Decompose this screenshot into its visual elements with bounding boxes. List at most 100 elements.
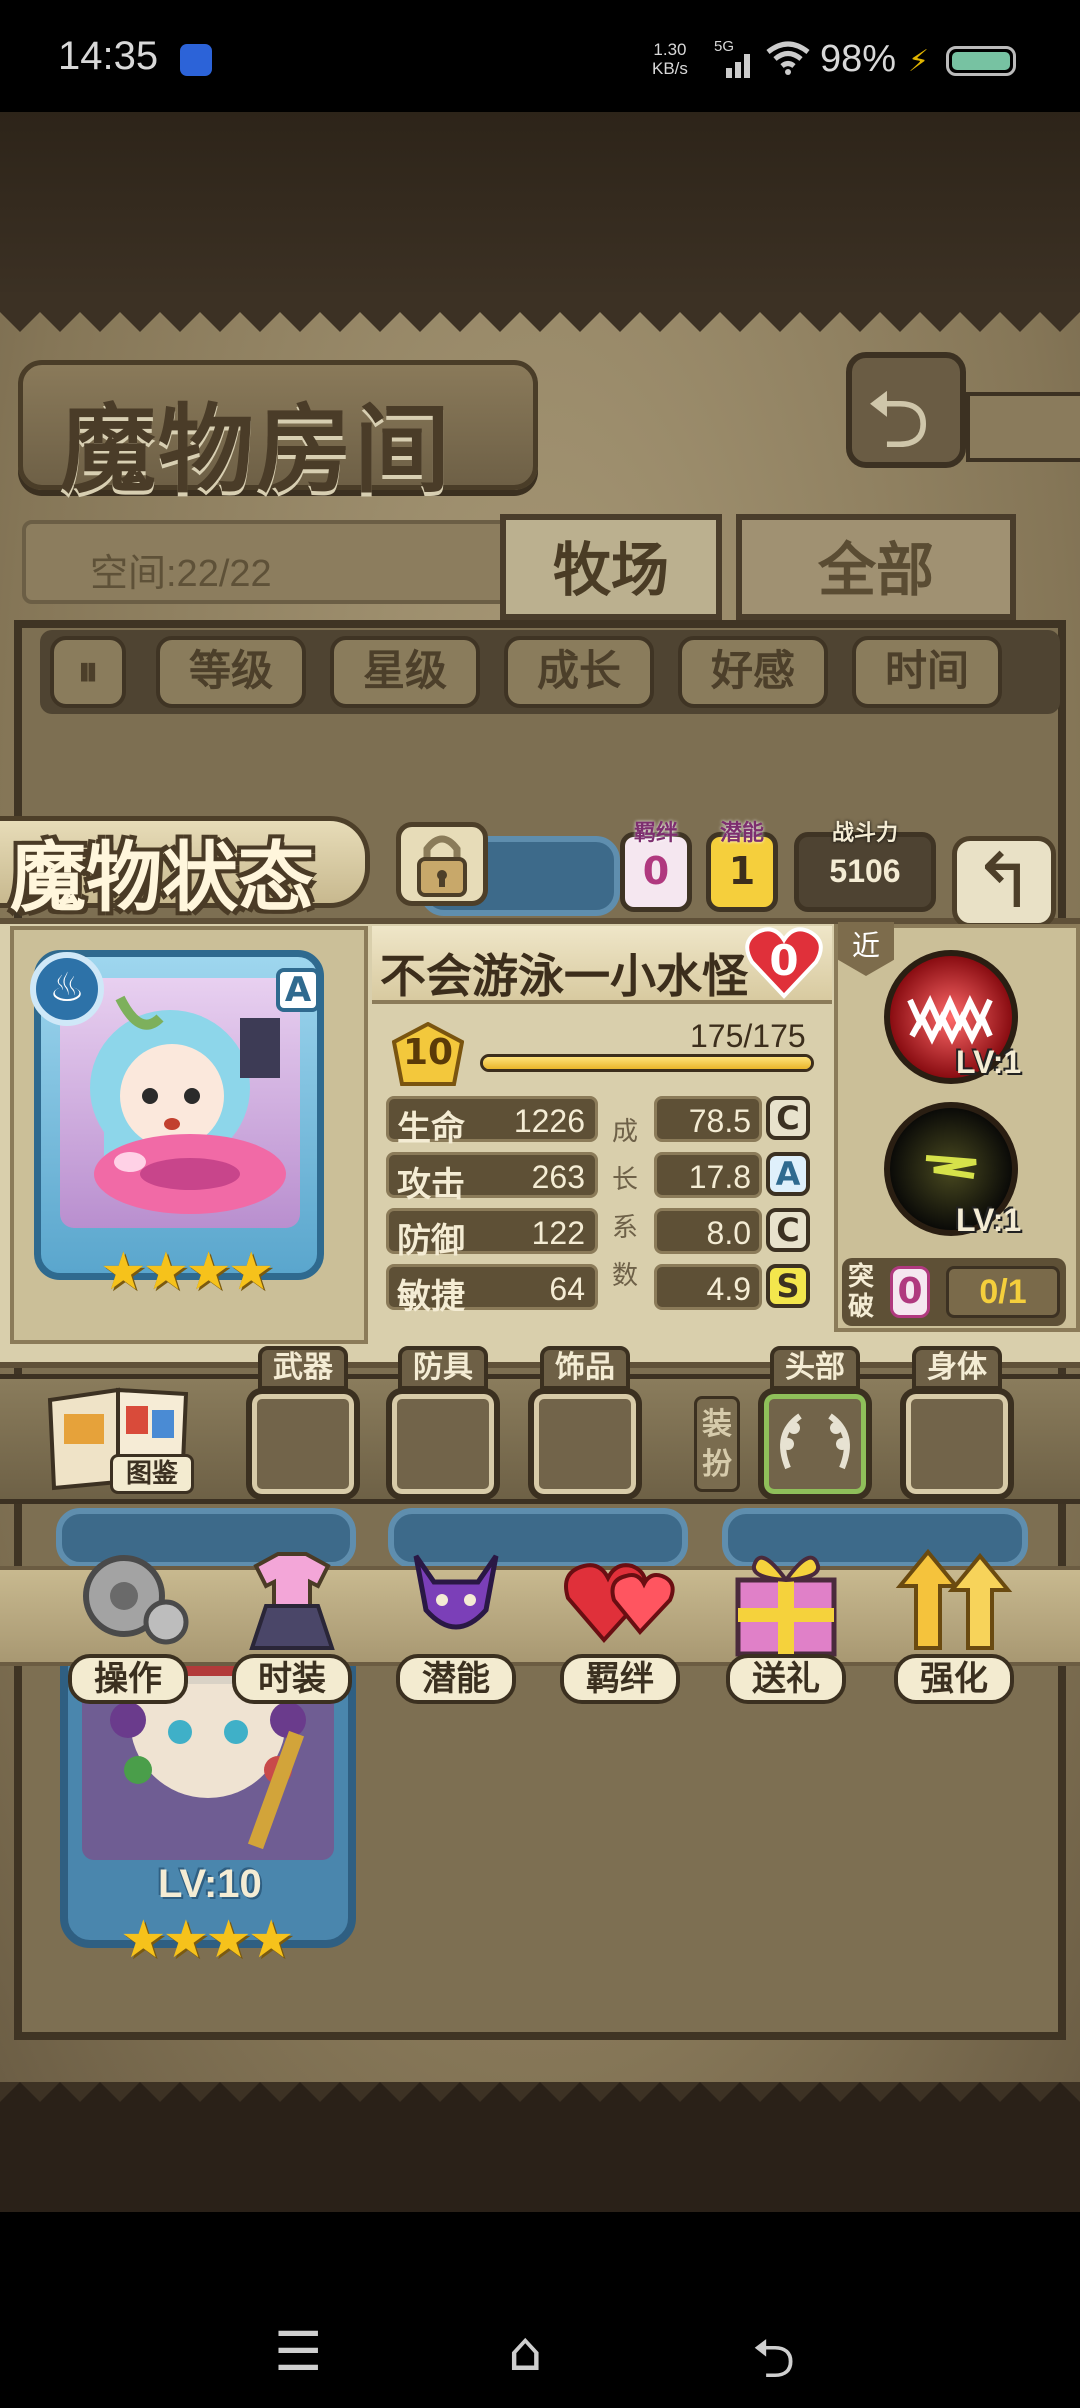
page-title: 魔物房间 [60,393,452,506]
outfit-button[interactable]: 时装 [226,1536,358,1706]
gift-icon [735,1555,837,1657]
stat-label: 生命 [397,1109,465,1149]
stat-label: 攻击 [397,1165,465,1205]
stat-value: 122 [531,1215,585,1251]
dress-up-text: 装扮 [702,1407,732,1482]
stat-value: 64 [549,1271,585,1307]
back-arrow-icon: ⮌ [866,373,931,466]
operate-label: 操作 [68,1654,188,1704]
sort-order-button[interactable]: ⏸ [50,636,126,708]
accessory-slot[interactable] [528,1388,642,1500]
charging-icon: ⚡ [908,44,930,79]
gift-label: 送礼 [726,1654,846,1704]
sort-growth-button[interactable]: 成长 [504,636,654,708]
torn-edge-top [0,292,1080,332]
armor-slot-label: 防具 [398,1346,488,1390]
monster-portrait [60,978,300,1228]
stat-attack: 攻击 263 [386,1152,598,1205]
demon-icon [413,1554,499,1630]
growth-value: 4.9 [706,1271,751,1307]
sort-star-button[interactable]: 星级 [330,636,480,708]
net-speed: 1.30 KB/s [652,40,688,78]
gear-icon [83,1555,189,1645]
back-button[interactable]: ⮌ [846,352,966,468]
growth-char: 数 [611,1261,638,1291]
enhance-label: 强化 [894,1654,1014,1704]
head-slot[interactable] [758,1388,872,1500]
sort-time-button[interactable]: 时间 [852,636,1002,708]
grade-hp: C [766,1096,810,1140]
monster-card-level: LV:10 [158,1862,262,1906]
growth-hp: 78.5 [654,1096,762,1142]
close-panel-button[interactable]: ↰ [952,836,1056,928]
growth-char: 成 [611,1117,638,1147]
bond-label-btn: 羁绊 [560,1654,680,1704]
star-rating: ★★★★ [100,1242,274,1302]
signal-icon [726,54,750,78]
weapon-slot-label: 武器 [258,1346,348,1390]
head-slot-label: 头部 [770,1346,860,1390]
growth-attack: 17.8 [654,1152,762,1198]
breakthrough-count: 0 [890,1266,930,1318]
menu-icon[interactable]: ☰ [274,2320,322,2383]
grade-attack: A [766,1152,810,1196]
bond-label: 羁绊 [633,821,678,846]
tab-all[interactable]: 全部 [736,514,1016,620]
armor-slot[interactable] [386,1388,500,1500]
bond-value: 0 [642,849,670,893]
dress-up-label: 装扮 [694,1396,740,1492]
level-value: 10 [402,1032,454,1073]
stat-value: 1226 [513,1103,585,1139]
gift-button[interactable]: 送礼 [720,1536,852,1706]
water-element-icon: ♨ [30,952,104,1026]
exp-bar [480,1054,814,1072]
exp-fill [483,1057,811,1069]
potential-button[interactable]: 潜能 [390,1536,522,1706]
rank-tag: A [276,968,320,1012]
power-badge: 战斗力 5106 [794,823,936,912]
return-arrow-icon: ↰ [972,836,1036,925]
up-arrows-icon [895,1548,1013,1650]
tab-ranch[interactable]: 牧场 [500,514,722,620]
body-slot[interactable] [900,1388,1014,1500]
growth-defense: 8.0 [654,1208,762,1254]
growth-coefficient-label: 成 长 系 数 [610,1108,640,1300]
breakthrough-progress[interactable]: 0/1 [946,1266,1060,1318]
growth-value: 17.8 [688,1159,751,1195]
grade-agility: S [766,1264,810,1308]
back-icon[interactable]: ⮌ [752,2320,795,2408]
sort-affection-button[interactable]: 好感 [678,636,828,708]
enhance-button[interactable]: 强化 [888,1536,1020,1706]
monster-card-stars: ★★★★ [120,1910,294,1970]
home-icon[interactable]: ⌂ [508,2320,542,2383]
power-label: 战斗力 [831,821,898,846]
growth-agility: 4.9 [654,1264,762,1310]
outfit-icon [249,1552,335,1650]
lock-button[interactable] [396,822,488,906]
bond-button[interactable]: 羁绊 [554,1536,686,1706]
growth-value: 8.0 [706,1215,751,1251]
top-shade [0,112,1080,302]
space-counter: 空间:22/22 [90,553,272,595]
stat-agility: 敏捷 64 [386,1264,598,1317]
padlock-icon [417,835,467,897]
skill-level: LV:1 [956,1202,1022,1238]
outfit-label: 时装 [232,1654,352,1704]
encyclopedia-label: 图鉴 [110,1454,194,1494]
stat-label: 防御 [397,1221,465,1261]
net-speed-value: 1.30 [653,40,687,59]
net-speed-unit: KB/s [652,59,688,78]
growth-char: 系 [611,1213,638,1243]
operate-button[interactable]: 操作 [62,1536,194,1706]
header-rail [966,392,1080,462]
sort-level-button[interactable]: 等级 [156,636,306,708]
wifi-icon [766,41,810,75]
skill-level: LV:1 [956,1044,1022,1080]
potential-value: 1 [728,849,756,893]
monster-image [90,995,286,1214]
weapon-slot[interactable] [246,1388,360,1500]
app-notification-icon [180,44,212,76]
power-value: 5106 [829,853,901,889]
clock: 14:35 [58,34,159,78]
stat-defense: 防御 122 [386,1208,598,1261]
